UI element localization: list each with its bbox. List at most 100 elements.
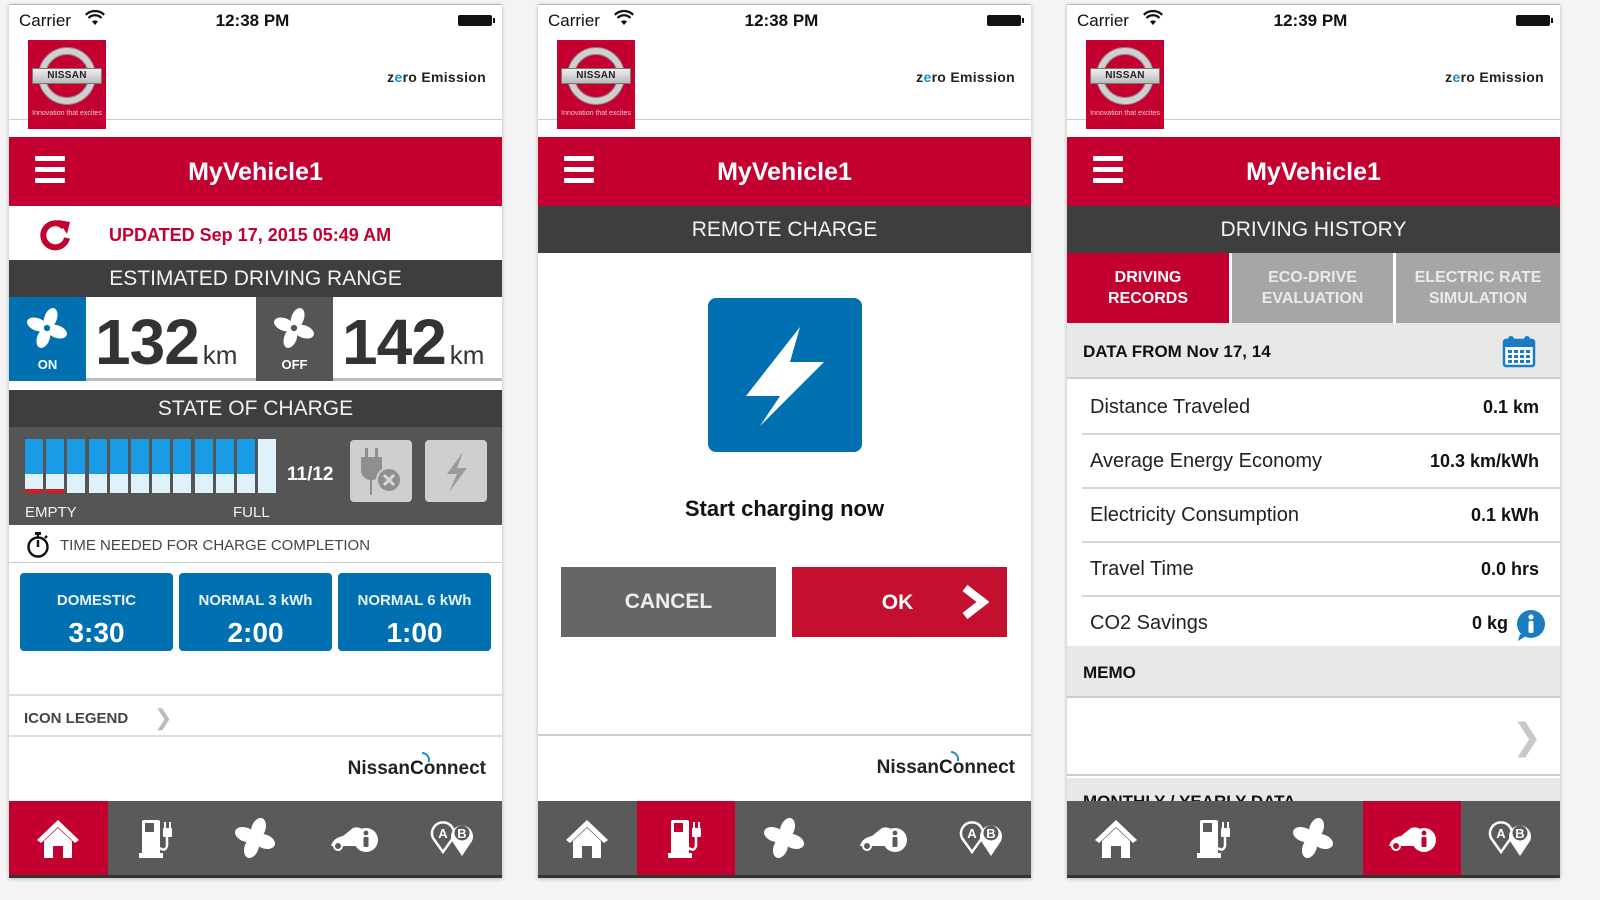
record-distance-traveled: Distance Traveled 0.1 km (1082, 381, 1560, 435)
svg-text:B: B (986, 826, 995, 841)
brand-header: NISSAN Innovation that excites zero Emis… (1067, 35, 1560, 139)
chevron-right-icon: ❯ (154, 705, 173, 730)
title-bar: MyVehicle1 (538, 137, 1031, 206)
charge-header: STATE OF CHARGE (9, 390, 502, 427)
fan-icon (274, 308, 314, 348)
battery-icon (1516, 15, 1553, 26)
lightning-icon (447, 452, 467, 492)
charge-tile (708, 298, 862, 452)
charge-option-domestic[interactable]: DOMESTIC 3:30 (20, 573, 173, 651)
driving-history-header: DRIVING HISTORY (1067, 206, 1560, 253)
full-label: FULL (233, 504, 270, 521)
tab-climate[interactable] (206, 801, 305, 875)
state-of-charge: EMPTY FULL 11/12 (9, 427, 502, 525)
battery-icon (987, 15, 1024, 26)
fan-icon (27, 308, 67, 348)
battery-cell (131, 439, 149, 493)
chevron-right-icon: ❯ (1511, 716, 1542, 757)
vehicle-title: MyVehicle1 (188, 158, 323, 186)
charge-time-options: DOMESTIC 3:30 NORMAL 3 kWh 2:00 NORMAL 6 k… (9, 573, 502, 653)
empty-label: EMPTY (25, 504, 77, 521)
range-header: ESTIMATED DRIVING RANGE (9, 260, 502, 297)
nissanconnect-logo: NissanConnect (347, 758, 486, 779)
tab-vehicle-info[interactable] (1362, 801, 1462, 875)
status-bar: Carrier 12:39 PM (1067, 5, 1560, 35)
tab-home[interactable] (9, 801, 108, 875)
charging-station-icon (667, 820, 701, 858)
charge-now-button[interactable] (425, 440, 487, 502)
tab-climate[interactable] (1264, 801, 1363, 875)
brand-header: NISSAN Innovation that excites zero Emis… (9, 35, 502, 139)
record-co2-savings: CO2 Savings 0 kg (1067, 597, 1560, 651)
cancel-button[interactable]: CANCEL (561, 567, 776, 637)
tab-vehicle-info[interactable] (834, 801, 933, 875)
battery-cell (173, 439, 192, 493)
refresh-icon[interactable] (37, 218, 73, 254)
nissanconnect-logo: NissanConnect (876, 757, 1015, 778)
memo-row[interactable]: ❯ (1067, 698, 1560, 776)
data-from-label: DATA FROM Nov 17, 14 (1083, 342, 1271, 361)
car-info-icon (331, 827, 379, 852)
charging-station-icon (1196, 820, 1230, 858)
tab-route[interactable]: AB (1461, 801, 1560, 875)
status-bar: Carrier 12:38 PM (9, 5, 502, 35)
zero-emission-logo: zero Emission (387, 69, 486, 85)
tab-charging[interactable] (1166, 801, 1265, 875)
ok-button[interactable]: OK (792, 567, 1007, 637)
fan-icon (1293, 817, 1334, 859)
charging-station-icon (138, 820, 172, 858)
bottom-tab-bar: AB (538, 801, 1031, 878)
battery-cell (46, 439, 65, 493)
tab-driving-records[interactable]: DRIVING RECORDS (1067, 253, 1229, 323)
memo-header: MEMO (1067, 646, 1560, 698)
route-ab-icon: AB (1488, 821, 1531, 856)
charge-option-normal-6kwh[interactable]: NORMAL 6 kWh 1:00 (338, 573, 491, 651)
title-bar: MyVehicle1 (1067, 137, 1560, 206)
record-average-energy-economy: Average Energy Economy 10.3 km/kWh (1082, 435, 1560, 489)
svg-text:B: B (1515, 826, 1524, 841)
nissan-logo: NISSAN Innovation that excites (1086, 40, 1164, 129)
tab-charging[interactable] (636, 801, 736, 875)
battery-cell (237, 439, 255, 493)
lightning-icon (746, 327, 824, 426)
home-icon (566, 820, 609, 858)
battery-cell (109, 439, 128, 493)
screen-driving-history: Carrier 12:39 PM NISSAN Innovation that … (1067, 4, 1560, 878)
charge-option-normal-3kwh[interactable]: NORMAL 3 kWh 2:00 (179, 573, 332, 651)
battery-icon (458, 15, 495, 26)
home-icon (37, 820, 80, 858)
battery-cell (194, 439, 213, 493)
icon-legend-link[interactable]: ICON LEGEND ❯ (9, 694, 502, 737)
clock: 12:38 PM (744, 11, 819, 30)
clock: 12:38 PM (215, 11, 290, 30)
status-bar: Carrier 12:38 PM (538, 5, 1031, 35)
tab-electric-rate-simulation[interactable]: ELECTRIC RATE SIMULATION (1396, 253, 1560, 323)
route-ab-icon: AB (959, 821, 1002, 856)
history-tabs: DRIVING RECORDS ECO-DRIVE EVALUATION ELECT… (1067, 253, 1560, 323)
clock: 12:39 PM (1273, 11, 1348, 30)
plug-disconnected-button[interactable] (350, 440, 412, 502)
tab-route[interactable]: AB (403, 801, 502, 875)
brand-header: NISSAN Innovation that excites zero Emis… (538, 35, 1031, 139)
svg-text:A: A (1496, 826, 1506, 841)
screen-home: Carrier 12:38 PM NISSAN Innovation that … (9, 4, 502, 878)
tab-eco-drive-evaluation[interactable]: ECO-DRIVE EVALUATION (1232, 253, 1393, 323)
driving-records-list: Distance Traveled 0.1 km Average Energy E… (1067, 381, 1560, 651)
updated-timestamp: UPDATED Sep 17, 2015 05:49 AM (109, 225, 392, 245)
fan-icon (764, 817, 805, 859)
time-needed-label: TIME NEEDED FOR CHARGE COMPLETION (60, 537, 371, 554)
tab-route[interactable]: AB (932, 801, 1031, 875)
tab-climate[interactable] (735, 801, 834, 875)
car-info-icon (860, 827, 908, 852)
battery-cell (88, 439, 107, 493)
tab-home[interactable] (1067, 801, 1166, 875)
tab-vehicle-info[interactable] (305, 801, 404, 875)
info-icon[interactable] (1514, 608, 1548, 642)
calendar-icon[interactable] (1502, 334, 1536, 368)
tab-home[interactable] (538, 801, 637, 875)
tab-charging[interactable] (108, 801, 207, 875)
record-travel-time: Travel Time 0.0 hrs (1082, 543, 1560, 597)
zero-emission-logo: zero Emission (916, 69, 1015, 85)
screen-remote-charge: Carrier 12:38 PM NISSAN Innovation that … (538, 4, 1031, 878)
battery-cell (152, 439, 171, 493)
